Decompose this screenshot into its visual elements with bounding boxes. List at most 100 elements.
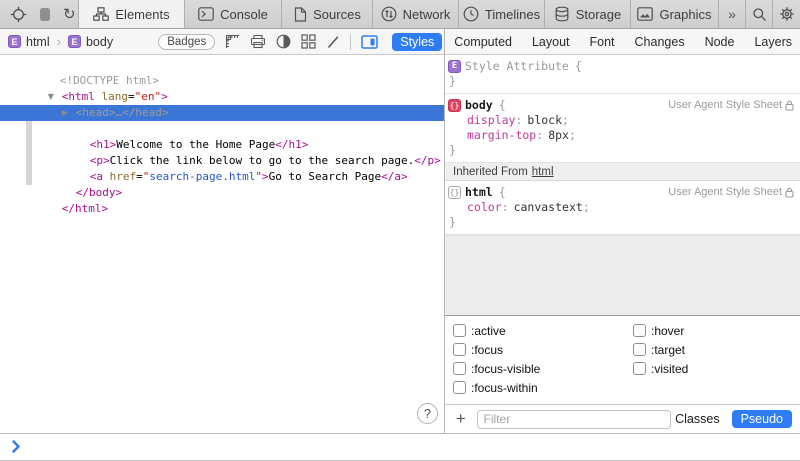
- element-badge: E: [8, 35, 21, 48]
- style-attribute-section: E Style Attribute { }: [445, 55, 800, 94]
- main-tab-bar: ↻ Elements Console Sources: [0, 0, 800, 29]
- dom-node-doctype[interactable]: <!DOCTYPE html>: [0, 57, 444, 73]
- inspector-toolbar-left: ↻: [0, 0, 78, 28]
- checkbox-focus-within[interactable]: [453, 381, 466, 394]
- checkbox-focus-visible[interactable]: [453, 362, 466, 375]
- secondary-toolbar: E html › E body Badges: [0, 29, 800, 55]
- tab-label: Network: [403, 7, 451, 22]
- pseudo-row: :visited: [633, 359, 688, 378]
- lock-icon: [785, 100, 794, 111]
- tab-storage[interactable]: Storage: [544, 0, 630, 28]
- quick-console-bar[interactable]: [0, 433, 800, 461]
- css-rule-icon: {}: [448, 186, 461, 199]
- dom-tree-panel: <!DOCTYPE html> ▼<html lang="en"> ▶<head…: [0, 55, 444, 433]
- rule-origin: User Agent Style Sheet: [668, 98, 794, 113]
- database-icon: [554, 6, 570, 22]
- reload-icon[interactable]: ↻: [63, 7, 76, 22]
- pseudo-row: :focus-within: [453, 378, 540, 397]
- search-icon[interactable]: [745, 0, 772, 28]
- print-icon[interactable]: [250, 34, 266, 49]
- pseudo-row: :target: [633, 340, 688, 359]
- rulers-icon[interactable]: [225, 34, 240, 49]
- lock-icon: [785, 187, 794, 198]
- sitemap-icon: [93, 7, 109, 21]
- toolbar-separator: [350, 34, 351, 50]
- closing-brace: }: [445, 74, 800, 89]
- disclosure-triangle-icon[interactable]: ▼: [48, 89, 62, 105]
- pseudo-button[interactable]: Pseudo: [732, 410, 792, 428]
- tab-label: Elements: [115, 7, 169, 22]
- tab-network[interactable]: Network: [372, 0, 458, 28]
- edit-pen-icon[interactable]: [326, 35, 340, 49]
- style-filter-input[interactable]: [477, 410, 672, 429]
- attribute-link-value[interactable]: search-page.html: [149, 170, 255, 183]
- styles-bottom-bar: + Classes Pseudo: [445, 404, 800, 433]
- disclosure-triangle-icon[interactable]: ▼: [62, 121, 76, 137]
- tab-elements[interactable]: Elements: [78, 0, 184, 28]
- more-tabs-icon[interactable]: »: [718, 0, 745, 28]
- tab-timelines[interactable]: Timelines: [458, 0, 544, 28]
- badges-button[interactable]: Badges: [158, 34, 215, 50]
- sidebar-tab-styles[interactable]: Styles: [392, 33, 442, 51]
- css-property-row[interactable]: margin-top:8px;: [445, 128, 800, 143]
- sidebar-tab-changes[interactable]: Changes: [627, 33, 693, 51]
- dom-toolbar: E html › E body Badges: [0, 29, 386, 54]
- styles-empty-area: [445, 235, 800, 316]
- disclosure-triangle-icon[interactable]: ▶: [62, 105, 76, 121]
- help-button[interactable]: ?: [417, 403, 438, 424]
- checkbox-focus[interactable]: [453, 343, 466, 356]
- tab-graphics[interactable]: Graphics: [630, 0, 718, 28]
- tab-sources[interactable]: Sources: [281, 0, 372, 28]
- pseudo-class-panel: :active :focus :focus-visible :focus-wit…: [445, 316, 800, 400]
- pseudo-label: :focus-within: [471, 381, 538, 395]
- css-property-row[interactable]: color:canvastext;: [445, 200, 800, 215]
- rule-html: {} html { User Agent Style Sheet color:c…: [445, 181, 800, 235]
- tab-label: Console: [220, 7, 268, 22]
- inherited-from-bar: Inherited From html: [445, 163, 800, 181]
- classes-button[interactable]: Classes: [671, 410, 723, 428]
- tab-console[interactable]: Console: [184, 0, 281, 28]
- console-prompt-icon: [12, 440, 21, 453]
- checkbox-target[interactable]: [633, 343, 646, 356]
- breadcrumb-item-body[interactable]: body: [86, 35, 113, 49]
- element-picker-icon[interactable]: [10, 6, 27, 23]
- gear-icon[interactable]: [772, 0, 800, 28]
- rule-selector: html: [465, 185, 493, 200]
- style-attribute-selector-row[interactable]: E Style Attribute {: [445, 59, 800, 74]
- sidebar-tab-layers[interactable]: Layers: [746, 33, 800, 51]
- grid-overlay-icon[interactable]: [301, 34, 316, 49]
- inherited-element-link[interactable]: html: [532, 166, 554, 178]
- pseudo-label: :target: [651, 343, 685, 357]
- web-inspector-window: ↻ Elements Console Sources: [0, 0, 800, 461]
- sidebar-tab-bar: Styles Computed Layout Font Changes Node…: [386, 29, 800, 54]
- rule-selector-row[interactable]: {} body { User Agent Style Sheet: [445, 98, 800, 113]
- sidebar-tab-computed[interactable]: Computed: [446, 33, 520, 51]
- document-icon: [293, 7, 307, 22]
- details-sidebar-toggle-icon[interactable]: [361, 35, 378, 49]
- pseudo-label: :focus-visible: [471, 362, 540, 376]
- breadcrumb-item-html[interactable]: html: [26, 35, 50, 49]
- checkbox-visited[interactable]: [633, 362, 646, 375]
- element-badge: E: [448, 60, 461, 73]
- css-rule-icon: {}: [448, 99, 461, 112]
- tab-label: Timelines: [485, 7, 540, 22]
- element-badge: E: [68, 35, 81, 48]
- image-icon: [637, 7, 653, 21]
- styles-sidebar: E Style Attribute { } {} body { User Age…: [445, 55, 800, 433]
- sidebar-tab-node[interactable]: Node: [697, 33, 743, 51]
- add-rule-button[interactable]: +: [453, 409, 469, 429]
- pseudo-row: :hover: [633, 321, 688, 340]
- device-icon[interactable]: [39, 7, 51, 22]
- network-icon: [381, 6, 397, 22]
- sidebar-tab-layout[interactable]: Layout: [524, 33, 578, 51]
- sidebar-tab-font[interactable]: Font: [582, 33, 623, 51]
- pseudo-row: :active: [453, 321, 540, 340]
- checkbox-hover[interactable]: [633, 324, 646, 337]
- clock-icon: [463, 6, 479, 22]
- pseudo-label: :active: [471, 324, 506, 338]
- breadcrumb: E html › E body: [0, 34, 113, 49]
- appearance-contrast-icon[interactable]: [276, 34, 291, 49]
- checkbox-active[interactable]: [453, 324, 466, 337]
- rule-selector-row[interactable]: {} html { User Agent Style Sheet: [445, 185, 800, 200]
- css-property-row[interactable]: display:block;: [445, 113, 800, 128]
